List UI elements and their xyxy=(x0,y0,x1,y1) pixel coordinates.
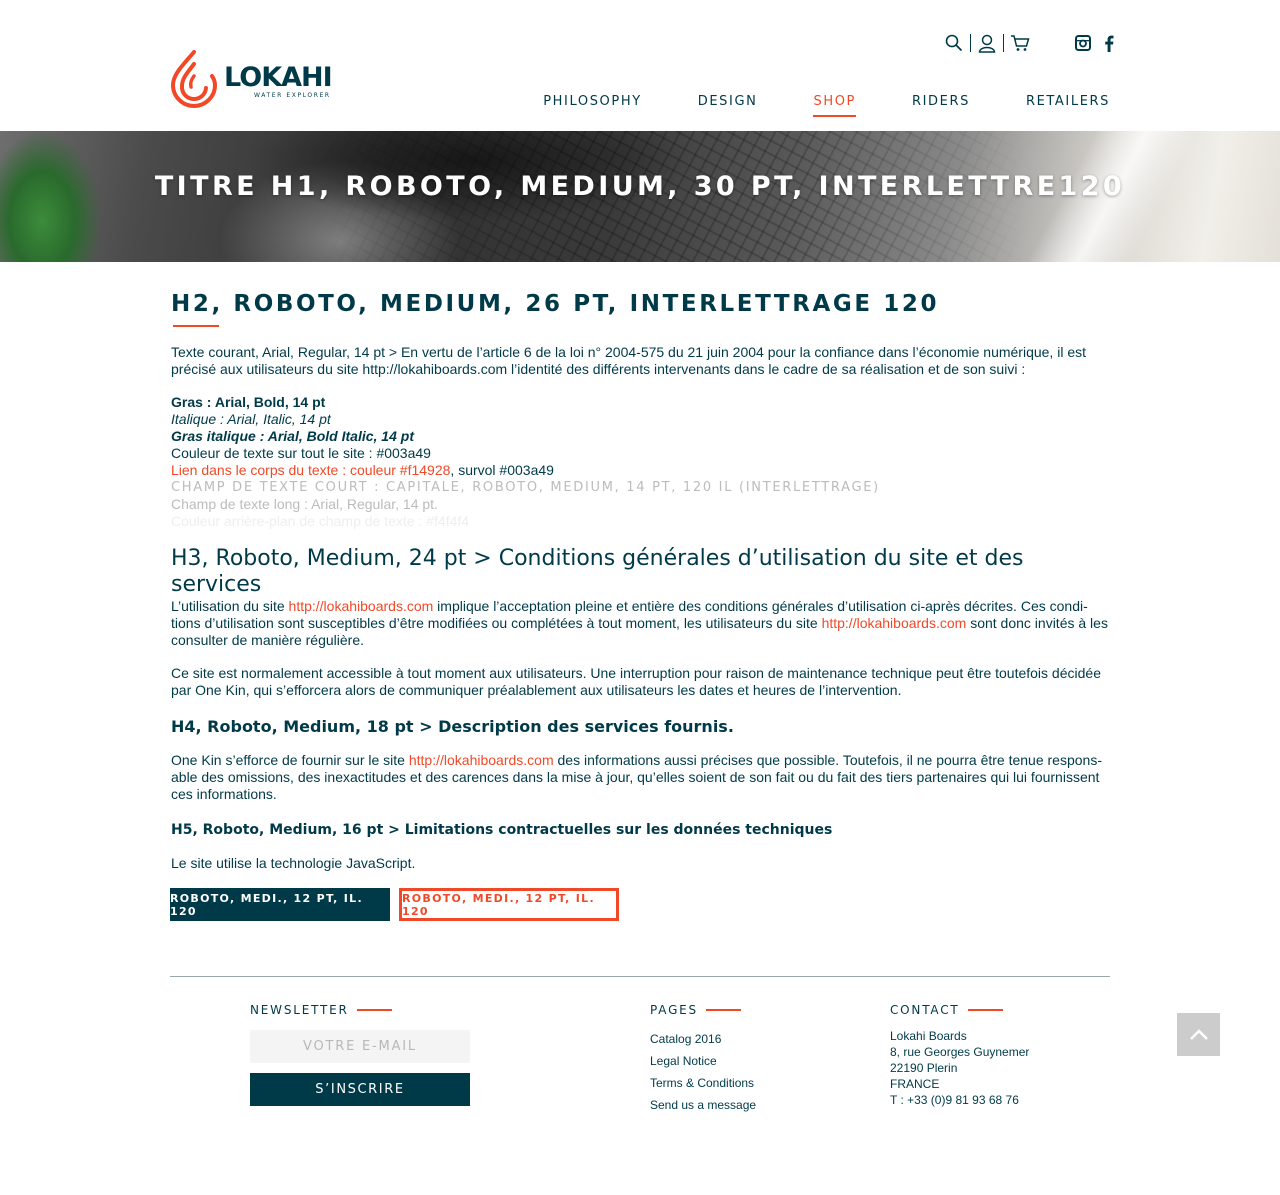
site-link[interactable]: http://lokahiboards.com xyxy=(289,598,434,614)
text-color-sample: Couleur de texte sur tout le site : #003… xyxy=(171,445,431,461)
contact-heading: CONTACT xyxy=(890,1003,1110,1017)
water-drop-logo-icon xyxy=(170,50,218,108)
newsletter-heading: NEWSLETTER xyxy=(250,1003,470,1017)
search-icon[interactable] xyxy=(943,33,965,53)
body-link-sample[interactable]: Lien dans le corps du texte : couleur #f… xyxy=(171,462,450,478)
footer-link-catalog[interactable]: Catalog 2016 xyxy=(650,1028,850,1050)
contact-company: Lokahi Boards xyxy=(890,1029,967,1043)
link-hover-note: , survol #003a49 xyxy=(450,462,554,478)
footer-divider xyxy=(170,976,1110,977)
heading-underline xyxy=(173,325,219,327)
section-heading-h5: H5, Roboto, Medium, 16 pt > Limitations … xyxy=(171,822,833,838)
link-sample-line: Lien dans le corps du texte : couleur #f… xyxy=(171,462,1111,479)
footer-link-contact-message[interactable]: Send us a message xyxy=(650,1094,850,1116)
intro-paragraph: Texte courant, Arial, Regular, 14 pt > E… xyxy=(171,344,1086,377)
footer-link-terms[interactable]: Terms & Conditions xyxy=(650,1072,850,1094)
tool-divider xyxy=(1003,34,1004,52)
text-run: L’utilisation du site xyxy=(171,598,289,614)
newsletter-email-input[interactable] xyxy=(250,1030,470,1063)
nav-item-philosophy[interactable]: PHILOSOPHY xyxy=(543,94,642,117)
site-link[interactable]: http://lokahiboards.com xyxy=(409,752,554,768)
tool-divider xyxy=(970,34,971,52)
social-links xyxy=(1075,34,1117,52)
primary-button-sample[interactable]: ROBOTO, MEDI., 12 PT, IL. 120 xyxy=(170,888,390,921)
button-samples: ROBOTO, MEDI., 12 PT, IL. 120 ROBOTO, ME… xyxy=(170,888,619,921)
bold-italic-sample: Gras italique : Arial, Bold Italic, 14 p… xyxy=(171,428,414,444)
site-header: LOKAHI WATER EXPLORER PHILOSOPHY DESIGN … xyxy=(0,0,1280,131)
text-run: One Kin s’efforce de fournir sur le site xyxy=(171,752,409,768)
terms-paragraph-2: Ce site est normalement accessible à tou… xyxy=(171,665,1101,698)
italic-sample: Italique : Arial, Italic, 14 pt xyxy=(171,411,331,427)
nav-item-retailers[interactable]: RETAILERS xyxy=(1026,94,1110,117)
contact-country: FRANCE xyxy=(890,1077,940,1091)
services-paragraph: One Kin s’efforce de fournir sur le site… xyxy=(171,752,1111,803)
section-heading-h4: H4, Roboto, Medium, 18 pt > Description … xyxy=(171,717,734,736)
site-link[interactable]: http://lokahiboards.com xyxy=(822,615,967,631)
page-title: TITRE H1, ROBOTO, MEDIUM, 30 PT, INTERLE… xyxy=(154,171,1126,202)
terms-paragraph-1: L’utilisation du site http://lokahiboard… xyxy=(171,598,1111,649)
user-icon[interactable] xyxy=(976,33,998,53)
nav-item-riders[interactable]: RIDERS xyxy=(912,94,970,117)
pages-heading: PAGES xyxy=(650,1003,850,1017)
contact-section: CONTACT Lokahi Boards 8, rue Georges Guy… xyxy=(890,1003,1110,1108)
newsletter-subscribe-button[interactable]: S’INSCRIRE xyxy=(250,1073,470,1106)
header-tools xyxy=(943,33,1031,53)
contact-street: 8, rue Georges Guynemer xyxy=(890,1045,1030,1059)
pages-section: PAGES Catalog 2016 Legal Notice Terms & … xyxy=(650,1003,850,1116)
back-to-top-button[interactable] xyxy=(1177,1013,1220,1056)
facebook-icon[interactable] xyxy=(1101,34,1117,52)
footer-link-legal-notice[interactable]: Legal Notice xyxy=(650,1050,850,1072)
contact-city: 22190 Plerin xyxy=(890,1061,958,1075)
nav-item-shop[interactable]: SHOP xyxy=(813,94,856,117)
field-bg-sample: Couleur arrière-plan de champ de texte :… xyxy=(171,513,470,529)
javascript-paragraph: Le site utilise la technologie JavaScrip… xyxy=(171,855,416,871)
section-heading-h2: H2, ROBOTO, MEDIUM, 26 PT, INTERLETTRAGE… xyxy=(171,291,940,317)
bold-sample: Gras : Arial, Bold, 14 pt xyxy=(171,394,326,410)
cart-icon[interactable] xyxy=(1009,33,1031,53)
contact-address: Lokahi Boards 8, rue Georges Guynemer 22… xyxy=(890,1028,1110,1108)
brand-tagline: WATER EXPLORER xyxy=(254,92,331,99)
instagram-icon[interactable] xyxy=(1075,34,1091,52)
nav-item-design[interactable]: DESIGN xyxy=(698,94,758,117)
outline-button-sample[interactable]: ROBOTO, MEDI., 12 PT, IL. 120 xyxy=(399,888,619,921)
brand-name: LOKAHI xyxy=(224,62,333,93)
chevron-up-icon xyxy=(1189,1028,1208,1040)
contact-phone: T : +33 (0)9 81 93 68 76 xyxy=(890,1093,1019,1107)
newsletter-section: NEWSLETTER S’INSCRIRE xyxy=(250,1003,470,1106)
long-field-sample: Champ de texte long : Arial, Regular, 14… xyxy=(171,496,438,512)
brand-logo[interactable]: LOKAHI WATER EXPLORER xyxy=(170,50,333,108)
pages-list: Catalog 2016 Legal Notice Terms & Condit… xyxy=(650,1028,850,1116)
short-field-sample: CHAMP DE TEXTE COURT : CAPITALE, ROBOTO,… xyxy=(171,480,880,495)
section-heading-h3: H3, Roboto, Medium, 24 pt > Conditions g… xyxy=(171,546,1024,597)
main-nav: PHILOSOPHY DESIGN SHOP RIDERS RETAILERS xyxy=(487,94,1110,117)
hero-banner: TITRE H1, ROBOTO, MEDIUM, 30 PT, INTERLE… xyxy=(0,131,1280,262)
main-content: H2, ROBOTO, MEDIUM, 26 PT, INTERLETTRAGE… xyxy=(171,291,1111,872)
